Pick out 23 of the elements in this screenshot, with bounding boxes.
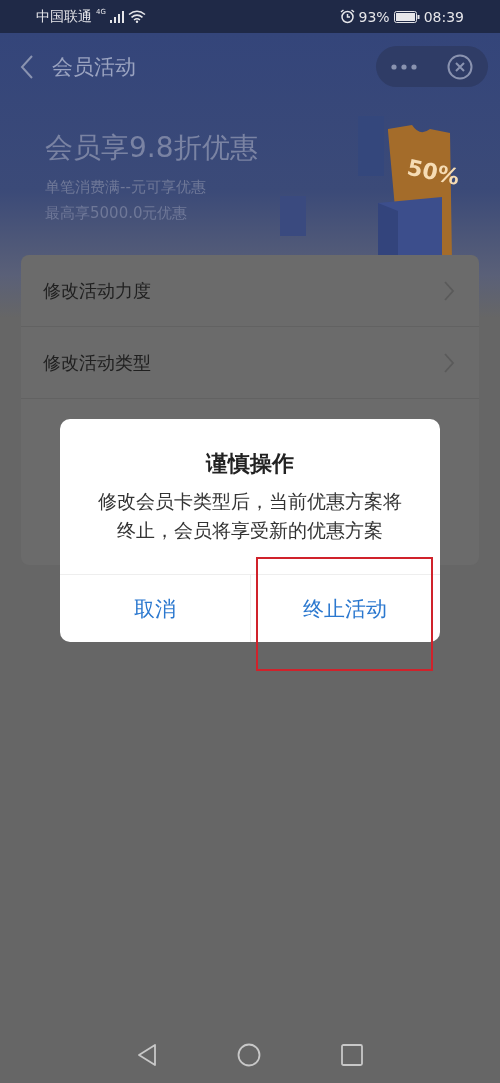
back-icon[interactable]: [137, 1043, 157, 1067]
promo-title: 会员享9.8折优惠: [45, 130, 259, 166]
close-icon[interactable]: [447, 53, 473, 80]
signal-icon: [109, 10, 124, 23]
menu-label: 修改活动力度: [43, 278, 151, 303]
dialog-title: 谨慎操作: [206, 450, 294, 478]
carrier-name: 中国联通: [36, 7, 92, 26]
dialog-button[interactable]: 取消: [60, 575, 250, 642]
wifi-icon: [127, 10, 146, 23]
recents-icon[interactable]: [341, 1044, 363, 1066]
menu-label: 修改活动类型: [43, 350, 151, 375]
menu-row[interactable]: 修改活动力度: [21, 255, 479, 327]
back-icon[interactable]: [20, 54, 34, 80]
page-title: 会员活动: [52, 54, 136, 81]
menu-row[interactable]: 修改活动类型: [21, 327, 479, 399]
clock-time: 08:39: [423, 8, 464, 25]
dialog-button[interactable]: 终止活动: [250, 575, 440, 642]
more-icon[interactable]: [391, 63, 417, 70]
alarm-icon: [339, 9, 355, 24]
home-icon[interactable]: [237, 1043, 261, 1067]
battery-percent: 93%: [358, 8, 390, 25]
battery-icon: [393, 10, 420, 23]
dialog-message: 修改会员卡类型后，当前优惠方案将终止，会员将享受新的优惠方案: [97, 489, 403, 543]
